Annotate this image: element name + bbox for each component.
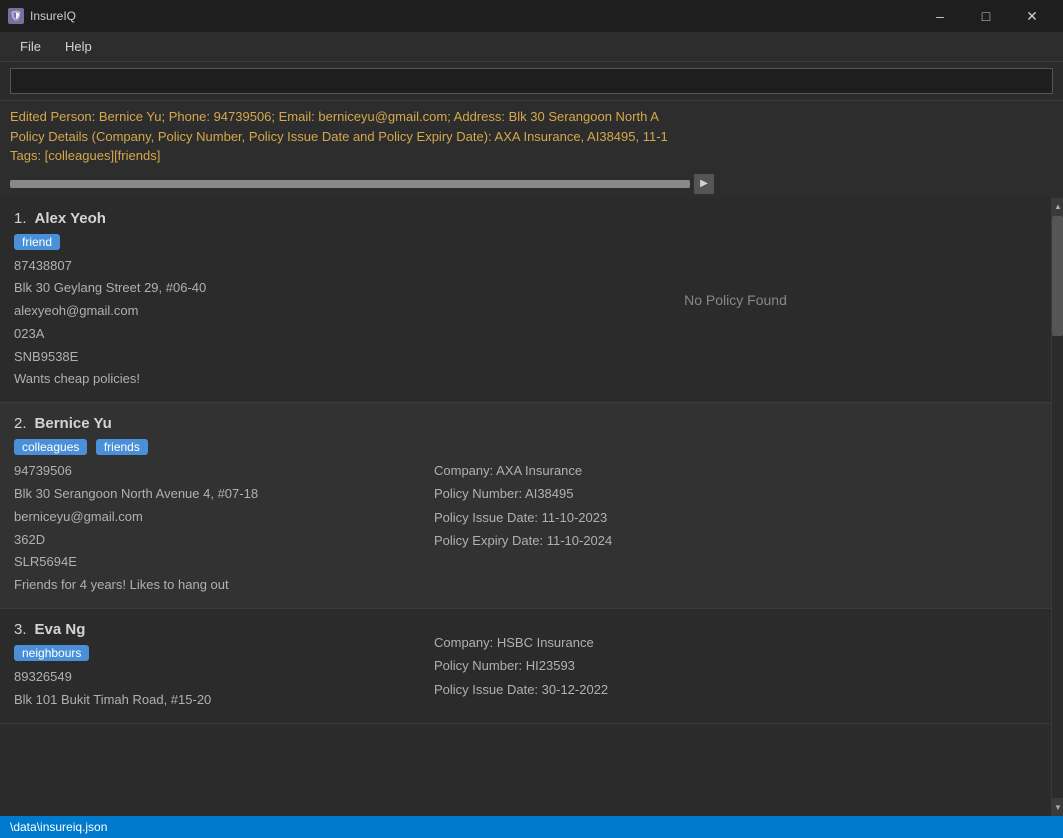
minimize-button[interactable]: – <box>917 0 963 32</box>
main-content: 1. Alex Yeoh friend 87438807 Blk 30 Geyl… <box>0 198 1063 817</box>
person-phone-2: 94739506 <box>14 461 414 482</box>
person-card-3: 3. Eva Ng neighbours 89326549 Blk 101 Bu… <box>0 609 1051 724</box>
maximize-button[interactable]: □ <box>963 0 1009 32</box>
policy-company-3: Company: HSBC Insurance <box>434 631 1037 654</box>
scroll-up-button[interactable]: ▲ <box>1052 198 1063 216</box>
policy-company-2: Company: AXA Insurance <box>434 459 1037 482</box>
person-left-2: 2. Bernice Yu colleagues friends 9473950… <box>14 415 414 596</box>
person-postal-1: 023A <box>14 324 414 345</box>
tag-neighbours-3: neighbours <box>14 645 89 661</box>
person-num-3: 3. <box>14 621 27 638</box>
status-bar: \data\insureiq.json <box>0 816 1063 838</box>
notification-line3: Tags: [colleagues][friends] <box>10 146 1053 170</box>
menu-file[interactable]: File <box>8 35 53 58</box>
person-tags-1: friend <box>14 233 414 254</box>
person-address-1: Blk 30 Geylang Street 29, #06-40 <box>14 278 414 299</box>
window-controls: – □ ✕ <box>917 0 1055 32</box>
person-nric-2: SLR5694E <box>14 552 414 573</box>
policy-issue-3: Policy Issue Date: 30-12-2022 <box>434 678 1037 701</box>
policy-expiry-2: Policy Expiry Date: 11-10-2024 <box>434 529 1037 552</box>
person-card-1: 1. Alex Yeoh friend 87438807 Blk 30 Geyl… <box>0 198 1051 404</box>
menu-help[interactable]: Help <box>53 35 104 58</box>
app-icon: 🛡 <box>8 8 24 24</box>
person-tags-3: neighbours <box>14 644 414 665</box>
app-title: InsureIQ <box>30 9 76 23</box>
person-header-1: 1. Alex Yeoh <box>14 210 414 227</box>
person-right-2: Company: AXA Insurance Policy Number: AI… <box>414 415 1037 596</box>
person-card-2: 2. Bernice Yu colleagues friends 9473950… <box>0 403 1051 609</box>
scroll-down-button[interactable]: ▼ <box>1052 798 1063 816</box>
person-nric-1: SNB9538E <box>14 347 414 368</box>
person-header-2: 2. Bernice Yu <box>14 415 414 432</box>
policy-number-3: Policy Number: HI23593 <box>434 654 1037 677</box>
notification-line2: Policy Details (Company, Policy Number, … <box>10 127 1053 147</box>
policy-number-2: Policy Number: AI38495 <box>434 482 1037 505</box>
person-right-1: No Policy Found <box>414 210 1037 391</box>
status-path: \data\insureiq.json <box>10 820 107 834</box>
person-left-1: 1. Alex Yeoh friend 87438807 Blk 30 Geyl… <box>14 210 414 391</box>
scroll-indicator: ▶ <box>10 170 1053 198</box>
person-notes-1: Wants cheap policies! <box>14 369 414 390</box>
person-email-2: berniceyu@gmail.com <box>14 507 414 528</box>
horizontal-scrollbar[interactable] <box>10 180 690 188</box>
close-button[interactable]: ✕ <box>1009 0 1055 32</box>
person-notes-2: Friends for 4 years! Likes to hang out <box>14 575 414 596</box>
scroll-right-button[interactable]: ▶ <box>694 174 714 194</box>
person-email-1: alexyeoh@gmail.com <box>14 301 414 322</box>
title-bar: 🛡 InsureIQ – □ ✕ <box>0 0 1063 32</box>
no-policy-1: No Policy Found <box>434 272 1037 328</box>
person-right-3: Company: HSBC Insurance Policy Number: H… <box>414 621 1037 711</box>
search-input[interactable] <box>10 68 1053 94</box>
person-address-3: Blk 101 Bukit Timah Road, #15-20 <box>14 690 414 711</box>
person-left-3: 3. Eva Ng neighbours 89326549 Blk 101 Bu… <box>14 621 414 711</box>
person-tags-2: colleagues friends <box>14 438 414 459</box>
vertical-scrollbar: ▲ ▼ <box>1051 198 1063 817</box>
notification-line1: Edited Person: Bernice Yu; Phone: 947395… <box>10 107 1053 127</box>
search-bar <box>0 62 1063 100</box>
scrollbar-thumb[interactable] <box>1052 216 1063 336</box>
tag-friend-1: friend <box>14 234 60 250</box>
tag-colleagues-2: colleagues <box>14 439 87 455</box>
horizontal-scrollbar-thumb[interactable] <box>10 180 690 188</box>
person-header-3: 3. Eva Ng <box>14 621 414 638</box>
person-phone-3: 89326549 <box>14 667 414 688</box>
title-bar-left: 🛡 InsureIQ <box>8 8 76 24</box>
person-name-3: Eva Ng <box>35 621 86 638</box>
person-name-1: Alex Yeoh <box>35 210 106 227</box>
person-num-2: 2. <box>14 415 27 432</box>
scrollbar-track <box>1052 216 1063 799</box>
policy-issue-2: Policy Issue Date: 11-10-2023 <box>434 506 1037 529</box>
results-list: 1. Alex Yeoh friend 87438807 Blk 30 Geyl… <box>0 198 1051 817</box>
person-postal-2: 362D <box>14 530 414 551</box>
person-address-2: Blk 30 Serangoon North Avenue 4, #07-18 <box>14 484 414 505</box>
person-phone-1: 87438807 <box>14 256 414 277</box>
menu-bar: File Help <box>0 32 1063 62</box>
tag-friends-2: friends <box>96 439 148 455</box>
person-num-1: 1. <box>14 210 27 227</box>
person-name-2: Bernice Yu <box>35 415 112 432</box>
notification-bar: Edited Person: Bernice Yu; Phone: 947395… <box>0 100 1063 198</box>
